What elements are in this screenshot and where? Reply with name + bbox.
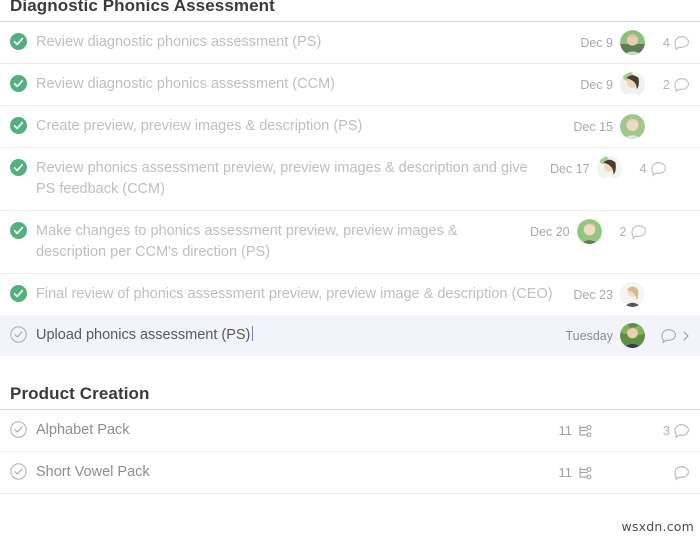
due-date: Tuesday: [565, 328, 613, 343]
avatar[interactable]: [596, 155, 622, 181]
comment-count-block[interactable]: [656, 465, 690, 481]
comment-count: 2: [619, 224, 627, 239]
comment-bubble-icon[interactable]: [661, 328, 677, 344]
comment-bubble-icon[interactable]: [651, 161, 667, 177]
comment-bubble-icon[interactable]: [674, 77, 690, 93]
task-meta: Dec 9: [580, 71, 690, 97]
task-row[interactable]: Review diagnostic phonics assessment (PS…: [0, 22, 700, 64]
section-title: Product Creation: [10, 384, 150, 403]
task-row[interactable]: Review diagnostic phonics assessment (CC…: [0, 64, 700, 106]
task-rows: Review diagnostic phonics assessment (PS…: [0, 22, 700, 356]
due-date: Dec 9: [580, 35, 613, 50]
task-row[interactable]: Short Vowel Pack 11: [0, 452, 700, 494]
comment-count-block[interactable]: [656, 328, 690, 344]
task-row-active[interactable]: Upload phonics assessment (PS) Tuesday: [0, 315, 700, 356]
task-rows: Alphabet Pack 11 3 Short Vowel Pack 11: [0, 410, 700, 494]
task-label: Review diagnostic phonics assessment (CC…: [36, 76, 335, 92]
check-circle-done-icon[interactable]: [10, 33, 27, 50]
task-row[interactable]: Create preview, preview images & descrip…: [0, 106, 700, 148]
comment-bubble-icon[interactable]: [674, 423, 690, 439]
due-date: Dec 17: [550, 161, 590, 176]
avatar[interactable]: [620, 281, 645, 307]
task-list-panel: Diagnostic Phonics Assessment Review dia…: [0, 0, 700, 538]
comment-count: 3: [662, 423, 670, 438]
comment-count-block[interactable]: 4: [656, 35, 690, 51]
task-meta: Dec 15: [573, 113, 690, 139]
task-row[interactable]: Make changes to phonics assessment previ…: [0, 211, 700, 274]
due-date: Dec 15: [573, 119, 613, 134]
avatar[interactable]: [620, 322, 645, 348]
check-circle-open-icon[interactable]: [10, 326, 27, 343]
section-header: Diagnostic Phonics Assessment: [0, 0, 700, 21]
subtask-count-block[interactable]: 11: [559, 423, 594, 439]
task-meta: Tuesday: [565, 322, 690, 348]
comment-bubble-icon[interactable]: [631, 224, 647, 240]
chevron-right-icon[interactable]: [682, 330, 690, 342]
check-circle-done-icon[interactable]: [10, 159, 27, 176]
task-label: Make changes to phonics assessment previ…: [36, 223, 458, 260]
task-label: Alphabet Pack: [36, 422, 130, 438]
task-label: Upload phonics assessment (PS): [36, 325, 566, 346]
watermark: wsxdn.com: [621, 519, 694, 534]
check-circle-done-icon[interactable]: [10, 222, 27, 239]
section-title: Diagnostic Phonics Assessment: [10, 0, 275, 15]
due-date: Dec 9: [580, 77, 613, 92]
subtask-count: 11: [558, 465, 573, 480]
comment-bubble-icon[interactable]: [674, 465, 690, 481]
task-meta: Dec 20 2: [530, 218, 647, 244]
subtask-branch-icon[interactable]: [577, 465, 593, 481]
task-meta: 11 3: [559, 420, 691, 441]
subtask-count-block[interactable]: 11: [559, 465, 594, 481]
task-label: Create preview, preview images & descrip…: [36, 118, 363, 134]
avatar[interactable]: [620, 113, 645, 139]
subtask-branch-icon[interactable]: [577, 423, 593, 439]
task-meta: Dec 17 4: [550, 155, 667, 181]
comment-count-block[interactable]: 2: [656, 77, 690, 93]
text-cursor: [252, 326, 254, 341]
subtask-count: 11: [558, 423, 573, 438]
section-header: Product Creation: [0, 384, 700, 409]
avatar[interactable]: [620, 71, 645, 97]
check-circle-open-icon[interactable]: [10, 463, 27, 480]
check-circle-done-icon[interactable]: [10, 285, 27, 302]
due-date: Dec 23: [573, 287, 613, 302]
task-meta: Dec 23: [573, 281, 690, 307]
comment-count-block[interactable]: 3: [656, 423, 690, 439]
task-row[interactable]: Final review of phonics assessment previ…: [0, 274, 700, 315]
task-label: Review diagnostic phonics assessment (PS…: [36, 34, 322, 50]
task-label: Review phonics assessment preview, previ…: [36, 160, 528, 197]
comment-count: 2: [662, 77, 670, 92]
task-meta: Dec 9: [580, 29, 690, 55]
comment-count-block[interactable]: 4: [633, 161, 667, 177]
comment-count-block[interactable]: 2: [613, 224, 647, 240]
task-row[interactable]: Review phonics assessment preview, previ…: [0, 148, 700, 211]
task-label: Short Vowel Pack: [36, 464, 150, 480]
check-circle-open-icon[interactable]: [10, 421, 27, 438]
task-meta: 11: [559, 462, 691, 483]
comment-count: 4: [639, 161, 647, 176]
comment-count: 4: [662, 35, 670, 50]
check-circle-done-icon[interactable]: [10, 75, 27, 92]
section-product-creation: Product Creation Alphabet Pack 11 3 Shor…: [0, 384, 700, 494]
due-date: Dec 20: [530, 224, 570, 239]
avatar[interactable]: [576, 218, 602, 244]
task-label: Final review of phonics assessment previ…: [36, 286, 553, 302]
check-circle-done-icon[interactable]: [10, 117, 27, 134]
task-row[interactable]: Alphabet Pack 11 3: [0, 410, 700, 452]
task-label-text: Upload phonics assessment (PS): [36, 327, 251, 343]
avatar[interactable]: [620, 29, 645, 55]
section-diagnostic-phonics-assessment: Diagnostic Phonics Assessment Review dia…: [0, 0, 700, 356]
comment-bubble-icon[interactable]: [674, 35, 690, 51]
